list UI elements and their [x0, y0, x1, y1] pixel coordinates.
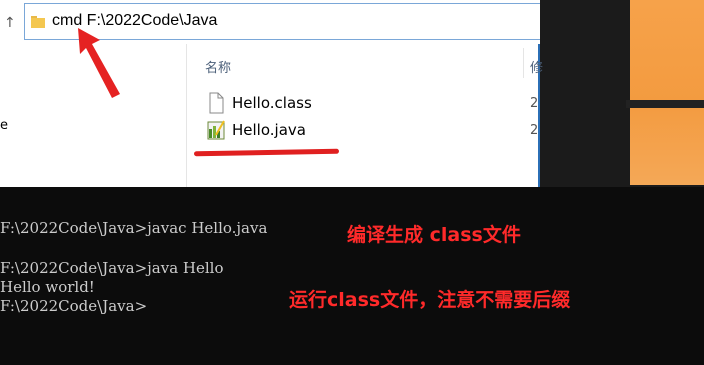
terminal-line: Hello world! [0, 278, 95, 296]
column-header-modified[interactable]: 修 [530, 57, 543, 76]
desktop-wallpaper [630, 0, 704, 185]
up-arrow-icon[interactable]: ↑ [4, 15, 16, 31]
file-date: 2 [530, 96, 539, 111]
annotation-arrow-icon [78, 28, 120, 98]
desktop-divider [626, 100, 704, 108]
file-date: 2 [530, 123, 539, 138]
column-separator[interactable] [523, 48, 524, 78]
file-name[interactable]: Hello.java [232, 121, 306, 139]
terminal-output: F:\2022Code\Java>javac Hello.java F:\202… [0, 187, 704, 365]
annotation-run: 运行class文件，注意不需要后缀 [289, 289, 571, 311]
column-header-name[interactable]: 名称 [205, 57, 231, 76]
annotation-compile: 编译生成 class文件 [347, 224, 521, 246]
file-icon [209, 92, 224, 114]
terminal-line: F:\2022Code\Java>java Hello [0, 259, 224, 277]
terminal-prompt[interactable]: F:\2022Code\Java> [0, 297, 147, 315]
terminal-line: F:\2022Code\Java>javac Hello.java [0, 219, 268, 237]
file-name[interactable]: Hello.class [232, 94, 312, 112]
folder-icon [31, 16, 45, 28]
nav-item-label[interactable]: e [0, 118, 8, 133]
java-file-icon [207, 120, 225, 140]
annotation-underline [193, 148, 340, 157]
